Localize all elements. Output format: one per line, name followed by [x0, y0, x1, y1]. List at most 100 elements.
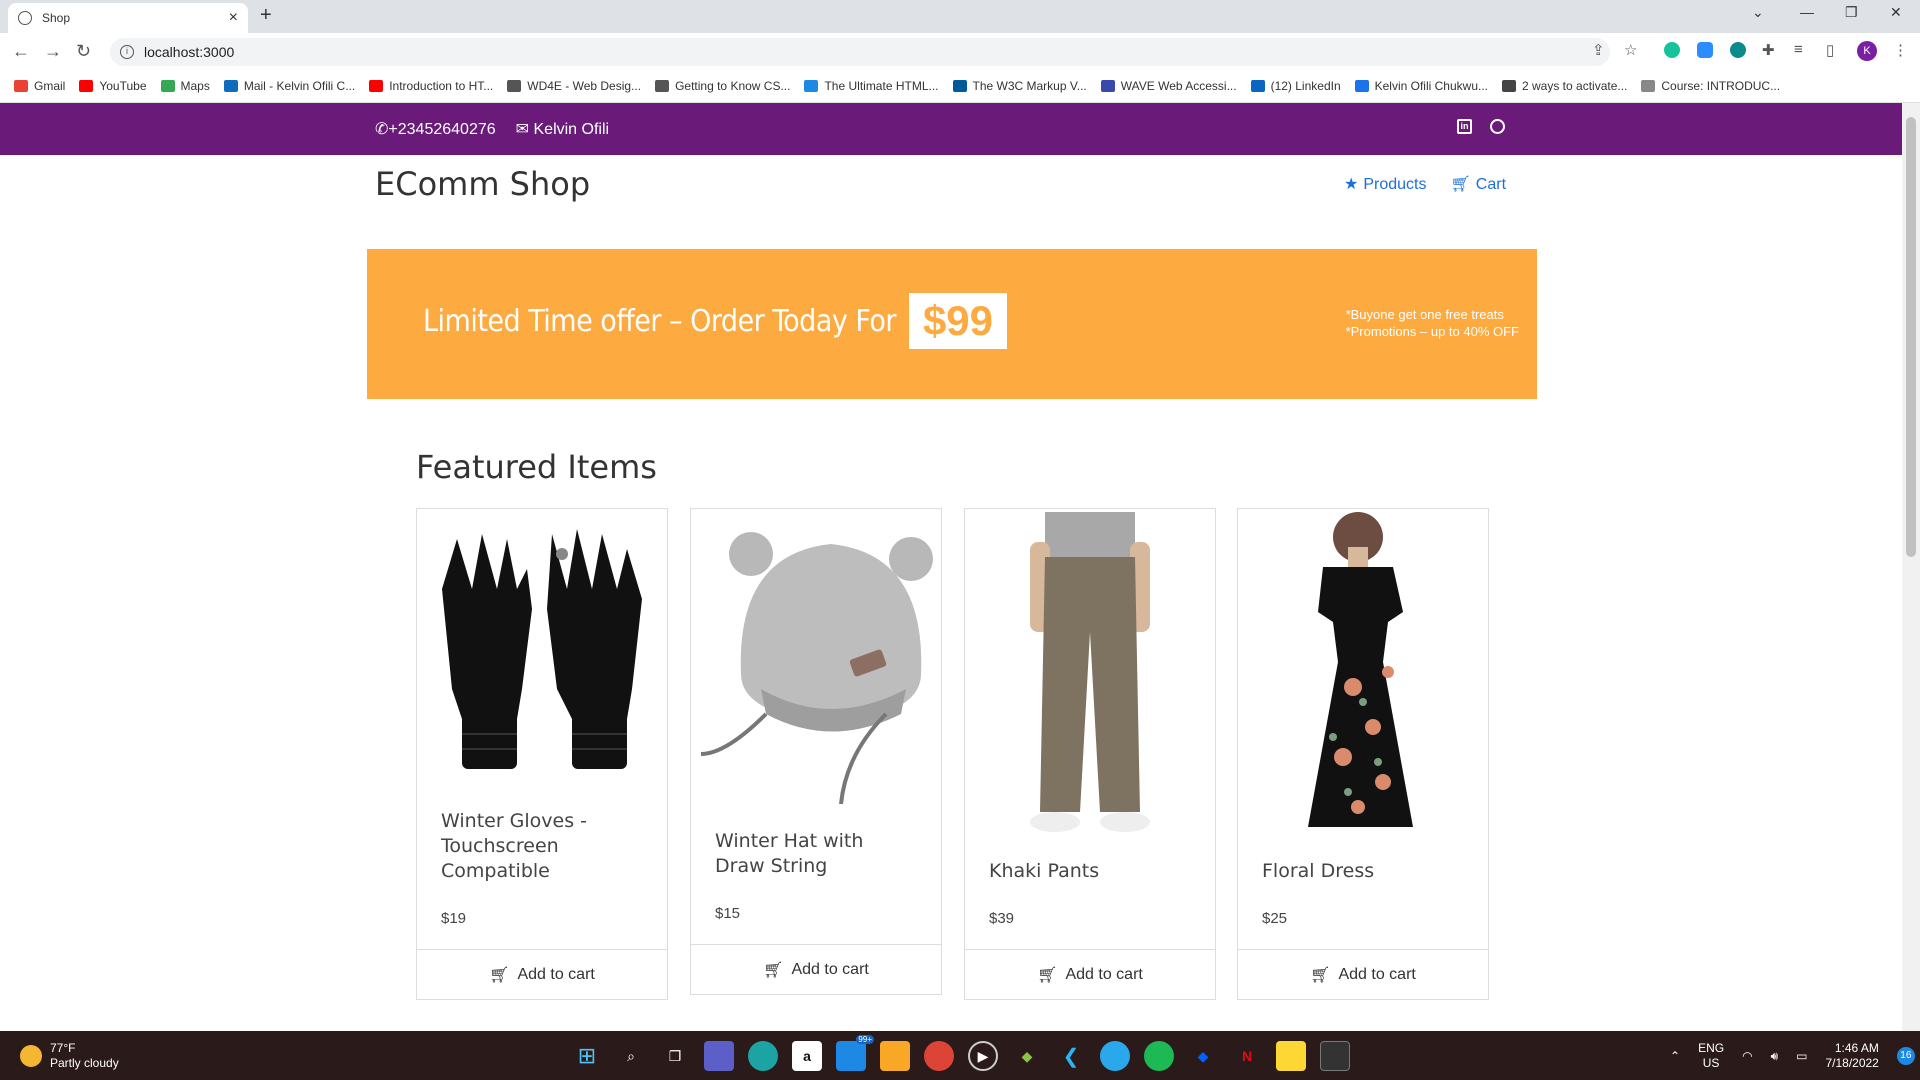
product-image-dress[interactable] — [1238, 509, 1488, 839]
cart-icon: 🛒︎ — [1450, 176, 1471, 193]
scrollbar-thumb[interactable] — [1906, 117, 1916, 557]
add-to-cart-button[interactable]: 🛒︎ Add to cart — [417, 949, 667, 999]
spotify-icon[interactable] — [1144, 1041, 1174, 1071]
bookmark-item[interactable]: 2 ways to activate... — [1502, 79, 1627, 93]
product-image-gloves[interactable] — [417, 509, 667, 789]
nav-cart-label: Cart — [1475, 176, 1507, 193]
clock[interactable]: 1:46 AM 7/18/2022 — [1825, 1041, 1878, 1071]
profile-avatar[interactable]: K — [1857, 41, 1877, 61]
bookmark-item[interactable]: Mail - Kelvin Ofili C... — [223, 79, 355, 93]
windows-start-icon[interactable]: ⊞ — [572, 1041, 602, 1071]
github-icon[interactable] — [1490, 119, 1505, 134]
banner-offer-text: Limited Time offer – Order Today For — [423, 304, 896, 339]
volume-icon[interactable]: 🔊︎ — [1771, 1049, 1779, 1064]
email-contact[interactable]: ✉ Kelvin Ofili — [516, 119, 609, 139]
address-toolbar: ← → ↻ i localhost:3000 ⇪ ☆ ✚ ≡ ▯ K ⋮ — [0, 33, 1920, 70]
reading-list-icon[interactable]: ≡ — [1794, 41, 1803, 58]
notification-count[interactable]: 16 — [1896, 1047, 1915, 1065]
bookmark-item[interactable]: Gmail — [14, 79, 65, 93]
bookmark-item[interactable]: Getting to Know CS... — [655, 79, 790, 93]
mail-badge: 99+ — [856, 1035, 874, 1044]
phone-icon: ✆ — [375, 121, 389, 138]
close-tab-icon[interactable]: × — [229, 9, 238, 27]
bookmark-label: 2 ways to activate... — [1522, 79, 1628, 93]
browser-tab[interactable]: Shop × — [8, 3, 248, 33]
bookmark-favicon-icon — [1502, 80, 1516, 92]
bookmark-item[interactable]: Maps — [160, 79, 210, 93]
language-code: ENG — [1698, 1041, 1725, 1055]
nav-products-label: Products — [1363, 176, 1427, 193]
bookmark-item[interactable]: (12) LinkedIn — [1250, 79, 1341, 93]
bookmarks-bar: Gmail YouTube Maps Mail - Kelvin Ofili C...… — [0, 70, 1920, 103]
vscode-icon[interactable]: ❮ — [1056, 1041, 1086, 1071]
dropbox-icon[interactable]: ◆ — [1188, 1041, 1218, 1071]
telegram-icon[interactable] — [1100, 1041, 1130, 1071]
bookmark-favicon-icon — [1250, 80, 1265, 92]
reload-button[interactable]: ↻ — [76, 41, 91, 62]
add-to-cart-button[interactable]: 🛒︎ Add to cart — [1238, 949, 1488, 999]
bookmark-label: YouTube — [99, 79, 147, 93]
weather-widget[interactable]: 77°F Partly cloudy — [20, 1041, 119, 1071]
chrome-icon[interactable] — [924, 1041, 954, 1071]
chevron-up-icon[interactable]: ⌃ — [1670, 1049, 1680, 1064]
tab-search-icon[interactable]: ⌄ — [1752, 4, 1764, 21]
url-text: localhost:3000 — [144, 44, 235, 60]
file-explorer-icon[interactable] — [880, 1041, 910, 1071]
close-window-button[interactable]: ✕ — [1890, 4, 1902, 21]
battery-icon[interactable]: ▭ — [1796, 1049, 1807, 1064]
site-info-icon[interactable]: i — [120, 45, 134, 59]
page-scrollbar[interactable] — [1902, 103, 1920, 1031]
netflix-icon[interactable]: N — [1232, 1041, 1262, 1071]
product-image-pants[interactable] — [965, 509, 1215, 839]
clock-time: 1:46 AM — [1834, 1041, 1879, 1055]
site-logo[interactable]: EComm Shop — [375, 165, 590, 203]
search-icon[interactable]: ⌕ — [616, 1041, 646, 1071]
bookmark-label: Introduction to HT... — [389, 79, 494, 93]
amazon-icon[interactable]: a — [792, 1041, 822, 1071]
git-icon[interactable]: ◆ — [1012, 1041, 1042, 1071]
grammarly-extension-icon[interactable] — [1664, 42, 1680, 58]
product-image-hat[interactable] — [691, 509, 941, 809]
extension-icon[interactable] — [1730, 42, 1746, 58]
side-panel-icon[interactable]: ▯ — [1826, 41, 1834, 59]
add-to-cart-button[interactable]: 🛒︎ Add to cart — [965, 949, 1215, 999]
zoom-extension-icon[interactable] — [1697, 42, 1713, 58]
terminal-icon[interactable] — [1320, 1041, 1350, 1071]
restore-button[interactable]: ❐ — [1845, 4, 1858, 21]
nav-cart-link[interactable]: 🛒︎ Cart — [1450, 174, 1506, 194]
share-icon[interactable]: ⇪ — [1592, 41, 1605, 59]
bookmark-item[interactable]: The W3C Markup V... — [952, 79, 1087, 93]
partly-cloudy-icon — [20, 1045, 42, 1067]
linkedin-icon[interactable]: in — [1457, 119, 1472, 134]
bookmark-label: Gmail — [34, 79, 66, 93]
back-button[interactable]: ← — [12, 41, 30, 62]
forward-button[interactable]: → — [44, 41, 62, 62]
media-player-icon[interactable]: ▶ — [968, 1041, 998, 1071]
edge-icon[interactable] — [748, 1041, 778, 1071]
bookmark-item[interactable]: The Ultimate HTML... — [804, 79, 939, 93]
sticky-notes-icon[interactable] — [1276, 1041, 1306, 1071]
phone-contact[interactable]: ✆+23452640276 — [375, 119, 496, 139]
bookmark-star-icon[interactable]: ☆ — [1624, 41, 1637, 59]
bookmark-item[interactable]: Kelvin Ofili Chukwu... — [1354, 79, 1488, 93]
menu-kebab-icon[interactable]: ⋮ — [1893, 41, 1908, 59]
extensions-puzzle-icon[interactable]: ✚ — [1762, 41, 1775, 59]
new-tab-button[interactable]: + — [260, 4, 272, 27]
bookmark-item[interactable]: WAVE Web Accessi... — [1100, 79, 1237, 93]
browser-tab-strip: Shop × + ⌄ — ❐ ✕ — [0, 0, 1920, 33]
bookmark-item[interactable]: YouTube — [79, 79, 147, 93]
mail-icon[interactable]: 99+ — [836, 1035, 874, 1071]
nav-products-link[interactable]: ★ Products — [1344, 174, 1426, 194]
bookmark-item[interactable]: Introduction to HT... — [369, 79, 493, 93]
task-view-icon[interactable]: ❐ — [660, 1041, 690, 1071]
bookmark-item[interactable]: Course: INTRODUC... — [1641, 79, 1780, 93]
add-to-cart-button[interactable]: 🛒︎ Add to cart — [691, 944, 941, 994]
bookmark-favicon-icon — [655, 80, 670, 92]
system-tray: ⌃ ENG US ◠ 🔊︎ ▭ 1:46 AM 7/18/2022 16 — [1670, 1041, 1915, 1071]
bookmark-item[interactable]: WD4E - Web Desig... — [507, 79, 641, 93]
wifi-icon[interactable]: ◠ — [1742, 1049, 1752, 1064]
product-price: $19 — [441, 910, 467, 927]
teams-chat-icon[interactable] — [704, 1041, 734, 1071]
url-bar[interactable]: i localhost:3000 — [110, 38, 1610, 66]
minimize-button[interactable]: — — [1800, 4, 1814, 20]
